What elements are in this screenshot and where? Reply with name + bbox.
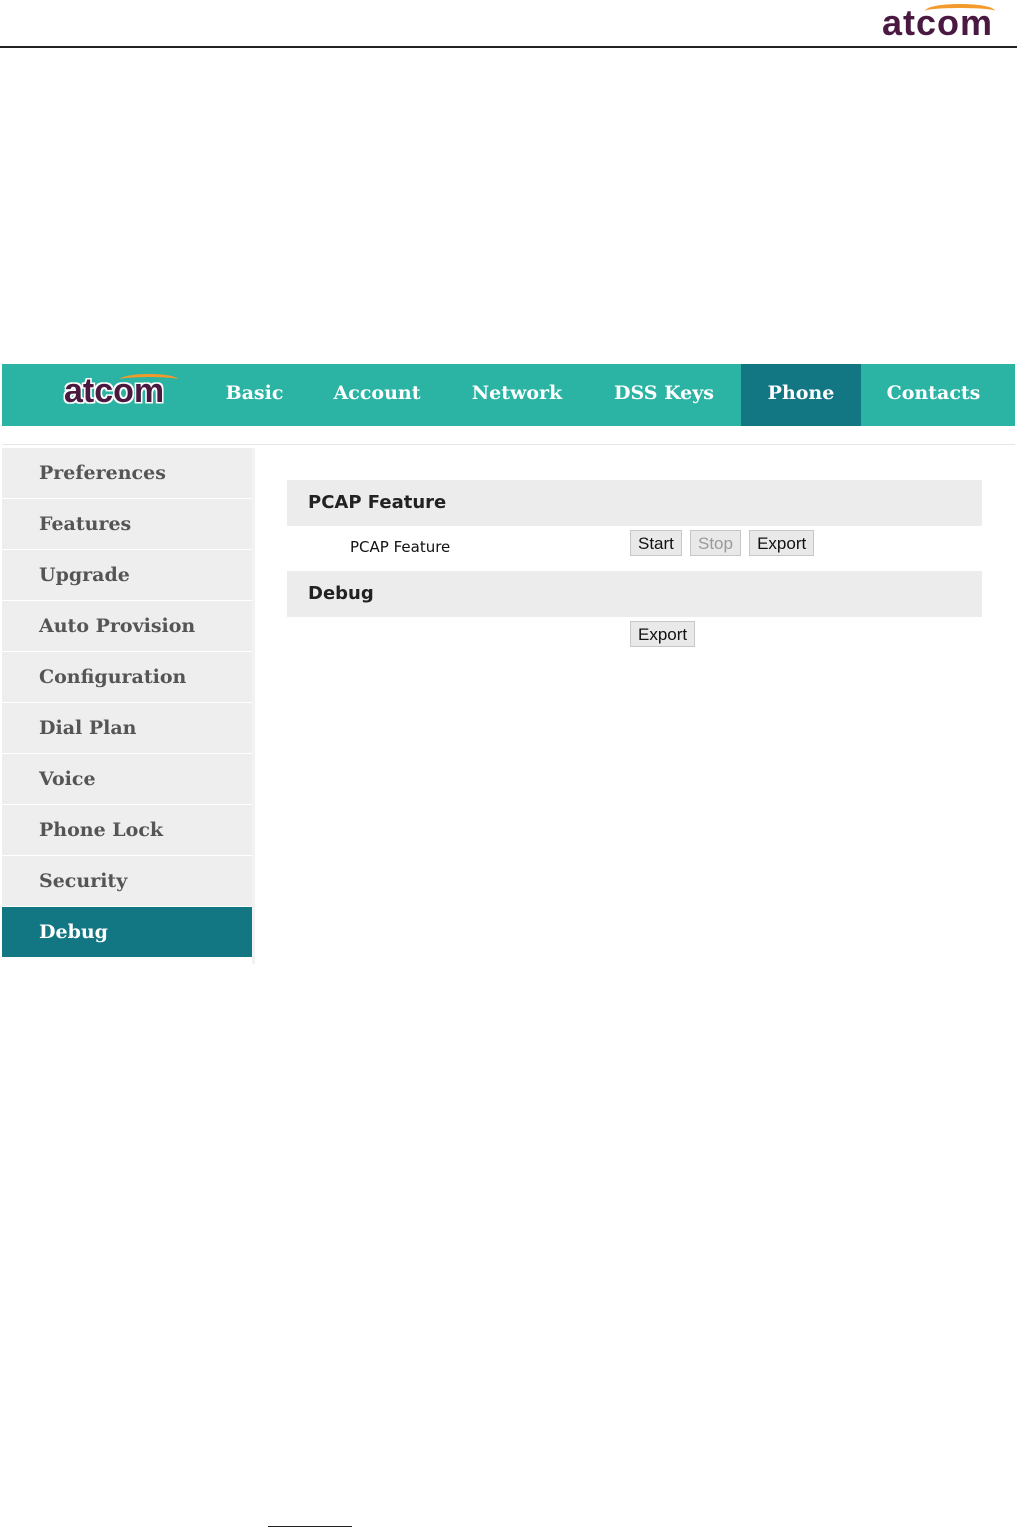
web-ui-screenshot: atcom Basic Account Network DSS Keys Pho… bbox=[2, 364, 1015, 964]
tab-phone[interactable]: Phone bbox=[741, 364, 861, 426]
sidebar-item-dial-plan[interactable]: Dial Plan bbox=[2, 703, 252, 753]
pcap-stop-button[interactable]: Stop bbox=[690, 530, 741, 556]
pcap-feature-label: PCAP Feature bbox=[350, 538, 451, 556]
sidebar-item-voice[interactable]: Voice bbox=[2, 754, 252, 804]
top-navigation-bar: atcom Basic Account Network DSS Keys Pho… bbox=[2, 364, 1015, 426]
sidebar-item-features[interactable]: Features bbox=[2, 499, 252, 549]
sidebar-item-debug[interactable]: Debug bbox=[2, 907, 252, 957]
tab-account[interactable]: Account bbox=[307, 364, 447, 426]
sidebar-item-upgrade[interactable]: Upgrade bbox=[2, 550, 252, 600]
pcap-feature-row: PCAP Feature Start Stop Export bbox=[287, 526, 982, 571]
pcap-start-button[interactable]: Start bbox=[630, 530, 682, 556]
footer-underline bbox=[268, 1526, 352, 1527]
sidebar-item-phone-lock[interactable]: Phone Lock bbox=[2, 805, 252, 855]
tab-contacts[interactable]: Contacts bbox=[861, 364, 1006, 426]
debug-section-header: Debug bbox=[287, 571, 982, 617]
pcap-section-header: PCAP Feature bbox=[287, 480, 982, 526]
debug-button-group: Export bbox=[630, 621, 698, 647]
tab-basic[interactable]: Basic bbox=[202, 364, 307, 426]
doc-header-rule bbox=[0, 46, 1017, 48]
sidebar-edge bbox=[252, 448, 255, 964]
pcap-button-group: Start Stop Export bbox=[630, 530, 817, 556]
tab-dss-keys[interactable]: DSS Keys bbox=[587, 364, 741, 426]
doc-header-logo: atcom bbox=[881, 2, 993, 43]
main-content: PCAP Feature PCAP Feature Start Stop Exp… bbox=[287, 480, 982, 662]
sidebar-item-security[interactable]: Security bbox=[2, 856, 252, 906]
sidebar-item-auto-provision[interactable]: Auto Provision bbox=[2, 601, 252, 651]
nav-logo-swoosh-icon bbox=[120, 374, 178, 385]
tab-network[interactable]: Network bbox=[447, 364, 587, 426]
debug-export-row: Export bbox=[287, 617, 982, 662]
sidebar-item-configuration[interactable]: Configuration bbox=[2, 652, 252, 702]
sidebar-menu: Preferences Features Upgrade Auto Provis… bbox=[2, 448, 252, 958]
header-divider bbox=[2, 444, 1015, 445]
debug-export-button[interactable]: Export bbox=[630, 621, 696, 647]
pcap-export-button[interactable]: Export bbox=[749, 530, 815, 556]
sidebar-item-preferences[interactable]: Preferences bbox=[2, 448, 252, 498]
